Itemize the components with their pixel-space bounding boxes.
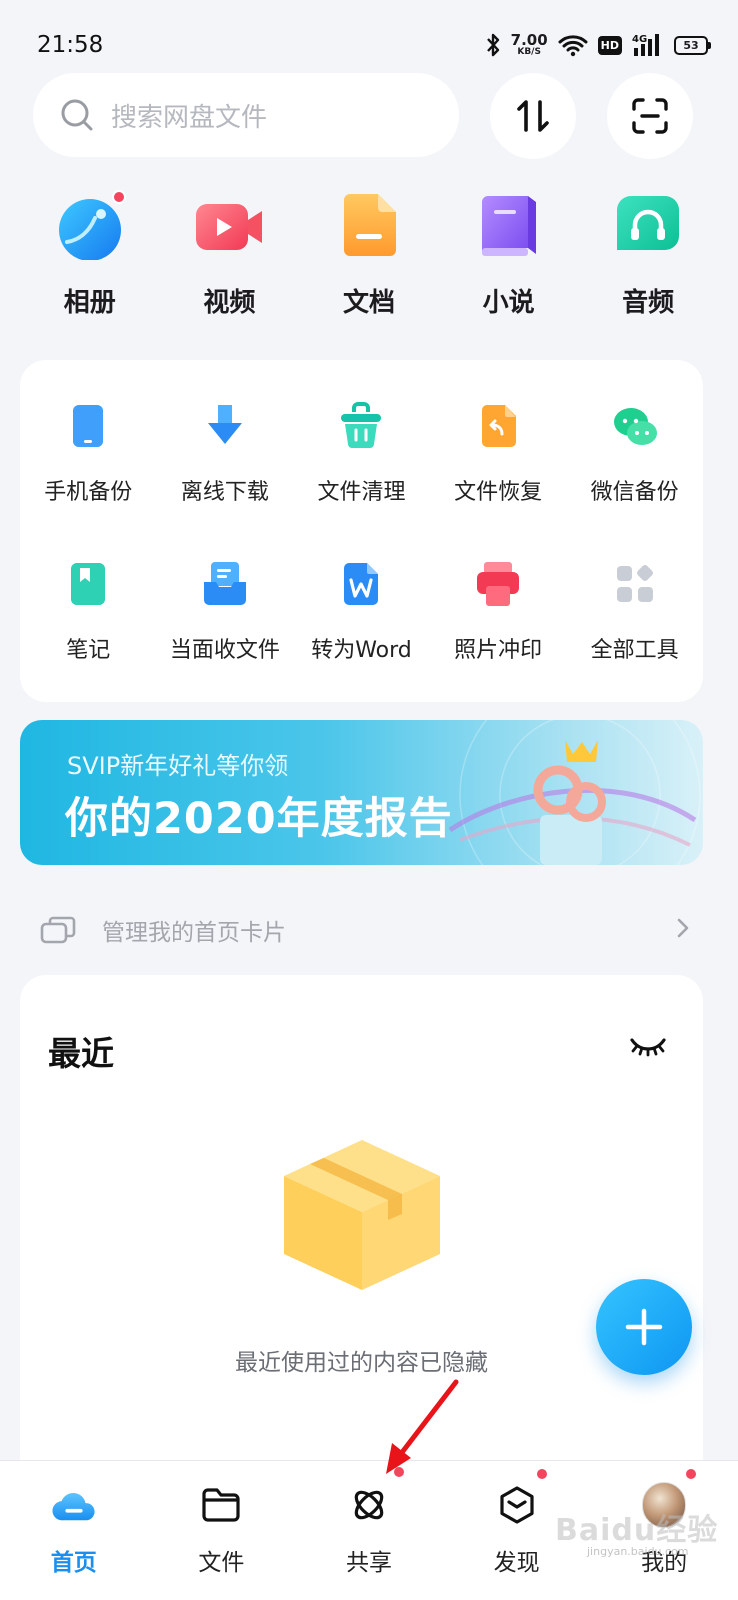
category-novels[interactable]: 小说 — [439, 190, 579, 319]
cell-signal-icon: 4G — [632, 34, 659, 56]
tool-label: 转为Word — [311, 638, 412, 663]
profile-badge-dot — [684, 1467, 699, 1481]
nav-share[interactable]: 共享 — [295, 1461, 443, 1600]
nav-label: 首页 — [50, 1550, 97, 1576]
phone-backup-icon — [73, 405, 104, 447]
empty-box-illustration — [284, 1140, 440, 1290]
photo-print-icon — [477, 562, 520, 606]
category-photos[interactable]: 相册 — [20, 190, 160, 319]
status-time: 21:58 — [37, 32, 104, 58]
net-speed: 7.00 KB/S — [511, 33, 548, 57]
nav-label: 共享 — [345, 1550, 392, 1576]
banner-title: 你的2020年度报告 — [65, 794, 453, 844]
home-cloud-icon — [52, 1492, 95, 1521]
tool-word-convert[interactable]: 转为Word — [293, 560, 430, 664]
transfer-icon — [517, 100, 549, 132]
recent-card: 最近 最近使用过的内容已隐藏 — [20, 975, 703, 1495]
wifi-icon — [558, 35, 588, 57]
category-label: 视频 — [203, 288, 256, 318]
tool-label: 笔记 — [66, 638, 111, 663]
file-cleanup-icon — [341, 402, 382, 448]
nav-files[interactable]: 文件 — [148, 1461, 296, 1600]
wechat-backup-icon — [613, 408, 657, 445]
chevron-right-icon — [677, 918, 689, 938]
watermark: Baidu经验 — [555, 1513, 719, 1548]
tool-receive-file[interactable]: 当面收文件 — [157, 560, 294, 664]
tool-label: 文件清理 — [317, 480, 406, 505]
tool-all-tools[interactable]: 全部工具 — [566, 560, 703, 664]
file-restore-icon — [482, 405, 517, 447]
scan-icon — [632, 98, 668, 134]
banner-subtitle: SVIP新年好礼等你领 — [67, 752, 289, 780]
novel-book-icon — [481, 196, 536, 256]
status-icons: 7.00 KB/S HD 4G 53 — [485, 28, 711, 62]
nav-label: 发现 — [493, 1550, 540, 1576]
offline-download-icon — [207, 405, 242, 444]
tool-label: 微信备份 — [590, 480, 679, 505]
tool-file-cleanup[interactable]: 文件清理 — [293, 402, 430, 506]
hd-badge: HD — [597, 35, 622, 55]
transfer-button[interactable] — [490, 73, 576, 159]
manage-cards-link[interactable]: 管理我的首页卡片 — [40, 905, 690, 955]
tool-label: 照片冲印 — [454, 638, 543, 663]
word-convert-icon — [344, 563, 379, 605]
tools-card: 手机备份 离线下载 文件清理 文件恢复 微信备份 笔记 当面收文件 转为Word… — [20, 360, 703, 702]
add-button[interactable] — [596, 1279, 692, 1375]
tool-wechat-backup[interactable]: 微信备份 — [566, 402, 703, 506]
category-row: 相册 视频 文档 小说 音频 — [20, 190, 718, 319]
tool-offline-download[interactable]: 离线下载 — [157, 402, 294, 506]
discover-badge-dot — [534, 1467, 549, 1481]
category-label: 相册 — [63, 288, 116, 318]
tool-label: 离线下载 — [180, 480, 269, 505]
recent-title: 最近 — [48, 1034, 114, 1073]
tool-notes[interactable]: 笔记 — [20, 560, 157, 664]
category-label: 小说 — [482, 288, 535, 318]
all-tools-icon — [616, 565, 653, 602]
signal-label: 4G — [632, 34, 647, 45]
folder-icon — [202, 1488, 240, 1522]
manage-cards-label: 管理我的首页卡片 — [102, 920, 286, 946]
tool-photo-print[interactable]: 照片冲印 — [430, 560, 567, 664]
notes-icon — [71, 563, 106, 605]
battery-level: 53 — [683, 38, 699, 52]
tool-label: 全部工具 — [590, 638, 679, 663]
category-videos[interactable]: 视频 — [160, 190, 300, 319]
category-documents[interactable]: 文档 — [299, 190, 439, 319]
annual-report-banner[interactable]: SVIP新年好礼等你领 你的2020年度报告 — [20, 720, 703, 865]
tool-label: 当面收文件 — [169, 638, 280, 663]
net-speed-unit: KB/S — [517, 47, 541, 57]
discover-box-icon — [499, 1486, 534, 1524]
document-icon — [343, 194, 396, 256]
category-label: 音频 — [622, 288, 675, 318]
watermark-sub: jingyan.baidu.com — [587, 1545, 689, 1558]
nav-label: 文件 — [198, 1550, 245, 1576]
tool-phone-backup[interactable]: 手机备份 — [20, 402, 157, 506]
cards-stack-icon — [40, 916, 76, 944]
share-badge-dot — [392, 1465, 407, 1479]
search-input[interactable]: 搜索网盘文件 — [33, 73, 459, 157]
tool-label: 文件恢复 — [454, 480, 543, 505]
scan-button[interactable] — [607, 73, 693, 159]
receive-file-icon — [203, 562, 246, 605]
tool-label: 手机备份 — [44, 480, 133, 505]
search-icon — [61, 99, 93, 131]
audio-headphones-icon — [617, 196, 680, 250]
category-label: 文档 — [342, 288, 395, 318]
net-speed-value: 7.00 — [510, 31, 548, 49]
share-orbit-icon — [354, 1490, 384, 1520]
nav-home[interactable]: 首页 — [0, 1461, 148, 1600]
eye-closed-icon[interactable] — [629, 1035, 667, 1061]
tool-file-restore[interactable]: 文件恢复 — [430, 402, 567, 506]
battery-icon: 53 — [674, 35, 711, 55]
video-icon — [196, 204, 263, 250]
photos-badge-dot — [112, 190, 126, 204]
search-placeholder: 搜索网盘文件 — [111, 102, 268, 133]
bluetooth-icon — [486, 33, 499, 57]
tools-row-2: 笔记 当面收文件 转为Word 照片冲印 全部工具 — [20, 560, 703, 664]
category-audio[interactable]: 音频 — [578, 190, 718, 319]
tools-row-1: 手机备份 离线下载 文件清理 文件恢复 微信备份 — [20, 402, 703, 506]
plus-icon — [625, 1308, 663, 1346]
